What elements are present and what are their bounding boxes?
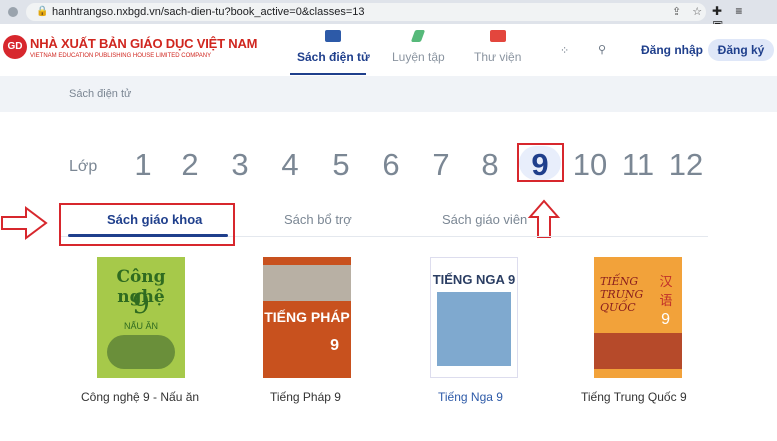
right-arrow-annotation-icon — [1, 206, 48, 240]
food-illustration — [107, 335, 175, 369]
cover-chinese: 汉语 — [659, 274, 673, 308]
grade-12[interactable]: 12 — [664, 147, 708, 183]
address-bar[interactable]: 🔒 hanhtrangso.nxbgd.vn/sach-dien-tu?book… — [26, 3, 706, 21]
cover-title: TIẾNG PHÁP — [264, 309, 350, 325]
share-icon[interactable]: ⇪ — [672, 6, 681, 18]
cover-grade: 9 — [132, 287, 150, 320]
grade-4[interactable]: 4 — [270, 147, 310, 183]
tab-supplementary[interactable]: Sách bổ trợ — [284, 212, 352, 227]
book-title[interactable]: Tiếng Pháp 9 — [270, 390, 341, 404]
login-button[interactable]: Đăng nhập — [641, 43, 703, 57]
book-cover-cong-nghe[interactable]: Công nghệ 9 NẤU ĂN — [97, 257, 185, 378]
publisher-subtitle: VIETNAM EDUCATION PUBLISHING HOUSE LIMIT… — [30, 53, 212, 59]
publisher-logo-icon[interactable]: GD — [3, 35, 27, 59]
nav-active-indicator — [290, 73, 366, 75]
extension-icon[interactable]: ✚ — [712, 4, 722, 18]
grade-1[interactable]: 1 — [123, 147, 163, 183]
publisher-name[interactable]: NHÀ XUẤT BẢN GIÁO DỤC VIỆT NAM — [30, 36, 257, 51]
grade-9-annotation-box — [517, 143, 564, 182]
nav-library[interactable]: Thư viện — [474, 30, 521, 64]
chat-icon — [489, 30, 506, 42]
browser-toolbar: 🔒 hanhtrangso.nxbgd.vn/sach-dien-tu?book… — [0, 0, 777, 32]
register-button[interactable]: Đăng ký — [708, 39, 774, 61]
tab-indicator-icon — [8, 7, 18, 17]
grade-7[interactable]: 7 — [421, 147, 461, 183]
grade-label: Lớp — [69, 158, 98, 175]
grade-8[interactable]: 8 — [470, 147, 510, 183]
site-header: GD NHÀ XUẤT BẢN GIÁO DỤC VIỆT NAM VIETNA… — [0, 24, 777, 76]
cover-photo — [263, 265, 351, 301]
book-title[interactable]: Tiếng Trung Quốc 9 — [581, 390, 687, 404]
cover-title: TIẾNG TRUNG QUỐC — [600, 275, 644, 314]
nav-label: Sách điện tử — [297, 50, 370, 64]
book-cover-tieng-trung[interactable]: TIẾNG TRUNG QUỐC 汉语 9 — [594, 257, 682, 378]
grade-2[interactable]: 2 — [170, 147, 210, 183]
cover-grade: 9 — [330, 337, 339, 354]
grade-5[interactable]: 5 — [321, 147, 361, 183]
nav-ebooks[interactable]: Sách điện tử — [297, 30, 370, 64]
book-cover-tieng-phap[interactable]: TIẾNG PHÁP 9 — [263, 257, 351, 378]
apps-grid-icon[interactable]: ⁘ — [560, 44, 569, 57]
book-cover-tieng-nga[interactable]: TIẾNG NGA 9 — [430, 257, 518, 378]
grade-3[interactable]: 3 — [220, 147, 260, 183]
nav-label: Thư viện — [474, 50, 522, 64]
tab-annotation-box — [59, 203, 235, 246]
nav-label: Luyện tập — [392, 50, 445, 64]
up-arrow-annotation-icon — [527, 199, 561, 238]
breadcrumb-bar: Sách điện tử — [0, 76, 777, 112]
pencil-icon — [411, 30, 426, 42]
grade-11[interactable]: 11 — [616, 147, 660, 183]
star-icon[interactable]: ☆ — [692, 6, 702, 18]
cover-photo — [437, 292, 511, 366]
cover-title: TIẾNG NGA 9 — [432, 272, 516, 287]
book-title[interactable]: Công nghệ 9 - Nấu ăn — [81, 390, 199, 404]
lock-icon[interactable]: 🔒 — [36, 6, 48, 17]
book-title[interactable]: Tiếng Nga 9 — [438, 390, 503, 404]
cover-photo — [594, 333, 682, 369]
cover-grade: 9 — [661, 311, 670, 328]
book-icon — [325, 30, 342, 42]
grade-6[interactable]: 6 — [371, 147, 411, 183]
tab-teacher-books[interactable]: Sách giáo viên — [442, 212, 527, 227]
breadcrumb[interactable]: Sách điện tử — [69, 88, 131, 100]
grade-10[interactable]: 10 — [568, 147, 612, 183]
nav-practice[interactable]: Luyện tập — [392, 30, 445, 64]
address-icons: ⇪ ☆ — [664, 5, 702, 18]
cover-subtitle: NẤU ĂN — [123, 321, 158, 331]
url-text[interactable]: hanhtrangso.nxbgd.vn/sach-dien-tu?book_a… — [52, 6, 365, 18]
search-icon[interactable]: ⚲ — [598, 43, 606, 56]
playlist-icon[interactable]: ≡ — [735, 4, 742, 18]
